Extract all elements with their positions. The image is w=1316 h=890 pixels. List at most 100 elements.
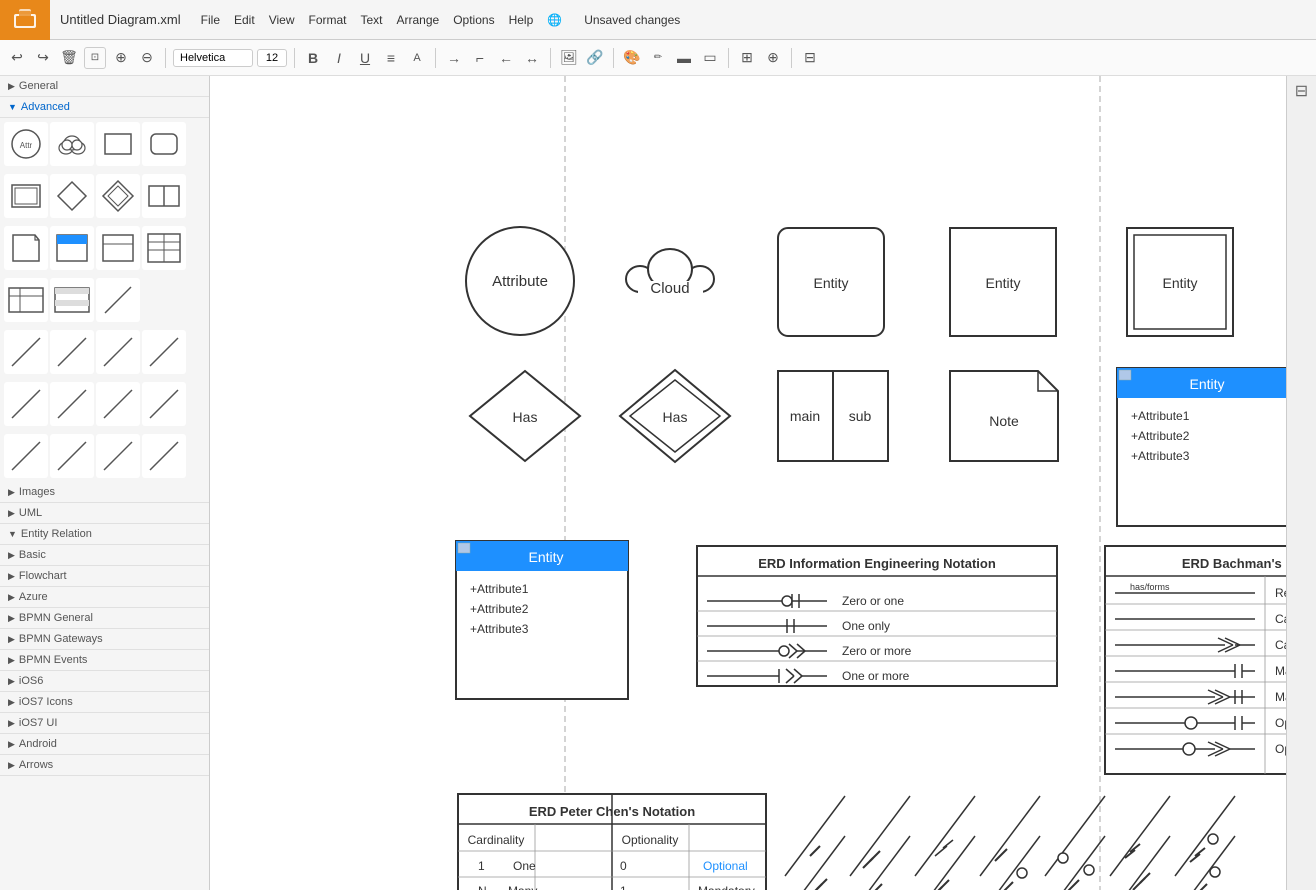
line-color-button[interactable]: ✏	[647, 47, 669, 69]
menu-arrange[interactable]: Arrange	[391, 11, 446, 29]
canvas-svg: Attribute Cloud Entity Entity	[210, 76, 1286, 890]
svg-text:Entity: Entity	[813, 275, 848, 291]
menu-help[interactable]: Help	[503, 11, 540, 29]
shape-cloud[interactable]	[50, 122, 94, 166]
connector-symbols	[785, 796, 1235, 876]
blue-entity-left-shape[interactable]: Entity +Attribute1 +Attribute2 +Attribut…	[456, 541, 628, 699]
svg-text:Entity: Entity	[1162, 275, 1197, 291]
shape-line12[interactable]	[142, 434, 186, 478]
right-panel-icon[interactable]: ⊟	[1295, 81, 1308, 101]
sidebar-item-bpmn-gateways[interactable]: ▶ BPMN Gateways	[0, 629, 209, 650]
shape-wide-table[interactable]	[4, 278, 48, 322]
bold-button[interactable]: B	[302, 47, 324, 69]
sidebar-item-general[interactable]: ▶ General	[0, 76, 209, 97]
menu-format[interactable]: Format	[302, 11, 352, 29]
entity-double-shape[interactable]: Entity	[1127, 228, 1233, 336]
shape-line2[interactable]	[50, 330, 94, 374]
undo-button[interactable]: ↩	[6, 47, 28, 69]
fit-page-button[interactable]: ⊡	[84, 47, 106, 69]
shape-lined-entity[interactable]	[96, 226, 140, 270]
underline-button[interactable]: U	[354, 47, 376, 69]
diamond-single-shape[interactable]: Has	[470, 371, 580, 461]
fill-color-button[interactable]: 🎨	[621, 47, 643, 69]
shape-line5[interactable]	[4, 382, 48, 426]
arrow-right-button[interactable]: →	[443, 47, 465, 69]
fill-rect-button[interactable]: ▬	[673, 47, 695, 69]
blue-entity-right-shape[interactable]: Entity +Attribute1 +Attribute2 +Attribut…	[1117, 368, 1286, 526]
svg-text:+Attribute3: +Attribute3	[1131, 449, 1190, 463]
shape-attribute-circle[interactable]: Attr	[4, 122, 48, 166]
sidebar-item-azure[interactable]: ▶ Azure	[0, 587, 209, 608]
arrow-both-button[interactable]: ↔	[521, 47, 543, 69]
shape-diamond-double[interactable]	[96, 174, 140, 218]
shape-diamond-single[interactable]	[50, 174, 94, 218]
shape-line8[interactable]	[142, 382, 186, 426]
shape-entity-rect[interactable]	[96, 122, 140, 166]
note-shape[interactable]: Note	[950, 371, 1058, 461]
shape-line9[interactable]	[4, 434, 48, 478]
shadow-button[interactable]: ▭	[699, 47, 721, 69]
menu-options[interactable]: Options	[447, 11, 500, 29]
sidebar-item-images[interactable]: ▶ Images	[0, 482, 209, 503]
sidebar-item-arrows[interactable]: ▶ Arrows	[0, 755, 209, 776]
redo-button[interactable]: ↪	[32, 47, 54, 69]
shape-entity-double[interactable]	[4, 174, 48, 218]
sidebar-label-advanced: Advanced	[21, 101, 70, 113]
shape-line-diag1[interactable]	[96, 278, 140, 322]
elbow-button[interactable]: ⌐	[469, 47, 491, 69]
align-left-button[interactable]: ≡	[380, 47, 402, 69]
shape-line10[interactable]	[50, 434, 94, 478]
shape-split-entity[interactable]	[142, 174, 186, 218]
grid-button[interactable]: ⊞	[736, 47, 758, 69]
shape-table-grid[interactable]	[142, 226, 186, 270]
sidebar-item-ios6[interactable]: ▶ iOS6	[0, 671, 209, 692]
panel-button[interactable]: ⊟	[799, 47, 821, 69]
sidebar-item-ios7-ui[interactable]: ▶ iOS7 UI	[0, 713, 209, 734]
shape-blue-entity[interactable]	[50, 226, 94, 270]
shape-note[interactable]	[4, 226, 48, 270]
sidebar-item-entity-relation[interactable]: ▼ Entity Relation	[0, 524, 209, 545]
split-entity-shape[interactable]: main sub	[778, 371, 888, 461]
menu-text[interactable]: Text	[355, 11, 389, 29]
entity-rect-shape[interactable]: Entity	[950, 228, 1056, 336]
italic-button[interactable]: I	[328, 47, 350, 69]
shape-line1[interactable]	[4, 330, 48, 374]
sidebar-item-uml[interactable]: ▶ UML	[0, 503, 209, 524]
zoom-in-button[interactable]: ⊕	[110, 47, 132, 69]
sidebar: ▶ General ▼ Advanced Attr	[0, 76, 210, 890]
attribute-circle-shape[interactable]: Attribute	[466, 227, 574, 335]
font-color-button[interactable]: A	[406, 47, 428, 69]
shape-line3[interactable]	[96, 330, 140, 374]
sidebar-item-advanced[interactable]: ▼ Advanced	[0, 97, 209, 118]
sidebar-item-ios7-icons[interactable]: ▶ iOS7 Icons	[0, 692, 209, 713]
link-button[interactable]: 🔗	[584, 47, 606, 69]
cloud-shape[interactable]: Cloud	[626, 249, 714, 303]
delete-button[interactable]: 🗑	[58, 47, 80, 69]
menu-view[interactable]: View	[263, 11, 301, 29]
sidebar-item-android[interactable]: ▶ Android	[0, 734, 209, 755]
arrow-left-button[interactable]: ←	[495, 47, 517, 69]
shape-line4[interactable]	[142, 330, 186, 374]
advanced-connectors3	[0, 430, 209, 482]
diamond-double-shape[interactable]: Has	[620, 370, 730, 462]
shape-line6[interactable]	[50, 382, 94, 426]
shape-striped-table[interactable]	[50, 278, 94, 322]
add-button[interactable]: ⊕	[762, 47, 784, 69]
entity-rounded-shape[interactable]: Entity	[778, 228, 884, 336]
font-size-input[interactable]	[257, 49, 287, 67]
font-name-input[interactable]	[173, 49, 253, 67]
sidebar-item-basic[interactable]: ▶ Basic	[0, 545, 209, 566]
sidebar-item-bpmn-general[interactable]: ▶ BPMN General	[0, 608, 209, 629]
shape-entity-rounded[interactable]	[142, 122, 186, 166]
canvas-area[interactable]: Attribute Cloud Entity Entity	[210, 76, 1286, 890]
sidebar-item-bpmn-events[interactable]: ▶ BPMN Events	[0, 650, 209, 671]
shape-line7[interactable]	[96, 382, 140, 426]
sidebar-item-flowchart[interactable]: ▶ Flowchart	[0, 566, 209, 587]
zoom-out-button[interactable]: ⊖	[136, 47, 158, 69]
menu-file[interactable]: File	[195, 11, 226, 29]
svg-text:Attr: Attr	[20, 141, 33, 150]
svg-text:Mandatory, One: Mandatory, One	[1275, 664, 1286, 678]
shape-line11[interactable]	[96, 434, 140, 478]
image-button[interactable]: 🖼	[558, 47, 580, 69]
menu-edit[interactable]: Edit	[228, 11, 261, 29]
